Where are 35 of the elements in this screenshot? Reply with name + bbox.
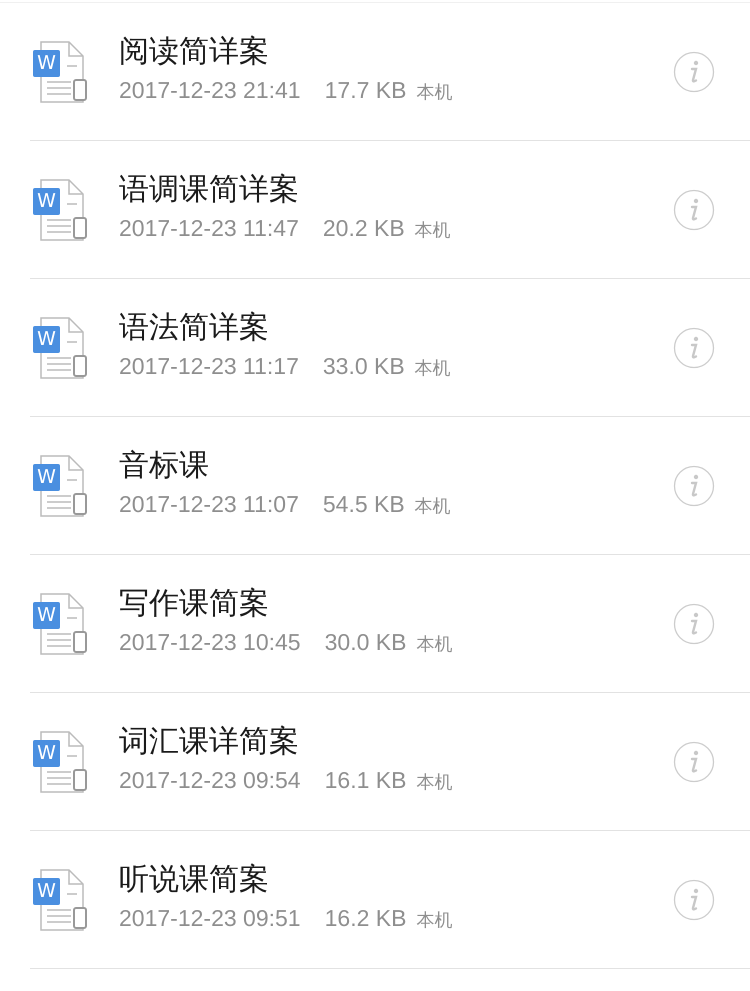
file-location: 本机 [414,219,451,242]
file-date: 2017-12-23 11:17 [119,353,299,380]
file-location: 本机 [416,633,452,656]
info-icon[interactable] [673,50,715,92]
file-location: 本机 [416,909,452,932]
file-date: 2017-12-23 10:45 [119,629,301,656]
info-icon[interactable] [673,740,715,782]
file-name[interactable]: 词汇课详简案 [119,723,673,761]
file-name[interactable]: 写作课简案 [119,585,673,623]
file-size: 33.0 KB [322,353,405,380]
file-name[interactable]: 阅读简详案 [119,33,673,71]
file-location: 本机 [416,771,452,794]
file-name[interactable]: 语调课简详案 [119,171,673,209]
file-size: 16.1 KB [324,767,406,794]
file-size: 30.0 KB [324,629,406,656]
file-date: 2017-12-23 09:54 [119,767,301,794]
file-size: 20.2 KB [322,215,405,242]
file-name[interactable]: 音标课 [119,447,673,485]
info-icon[interactable] [673,326,715,368]
file-name[interactable]: 语法简详案 [119,309,673,347]
file-size: 17.7 KB [324,77,406,104]
file-size: 16.2 KB [324,905,406,932]
file-date: 2017-12-23 09:51 [119,905,301,932]
file-date: 2017-12-23 21:41 [119,77,301,104]
file-date: 2017-12-23 11:47 [119,215,299,242]
file-location: 本机 [414,495,451,518]
file-location: 本机 [416,81,452,104]
info-icon[interactable] [673,878,715,920]
info-icon[interactable] [673,464,715,506]
file-name[interactable]: 听说课简案 [119,861,673,899]
file-location: 本机 [414,357,451,380]
file-date: 2017-12-23 11:07 [119,491,299,518]
file-size: 54.5 KB [322,491,405,518]
info-icon[interactable] [673,602,715,644]
info-icon[interactable] [673,188,715,230]
